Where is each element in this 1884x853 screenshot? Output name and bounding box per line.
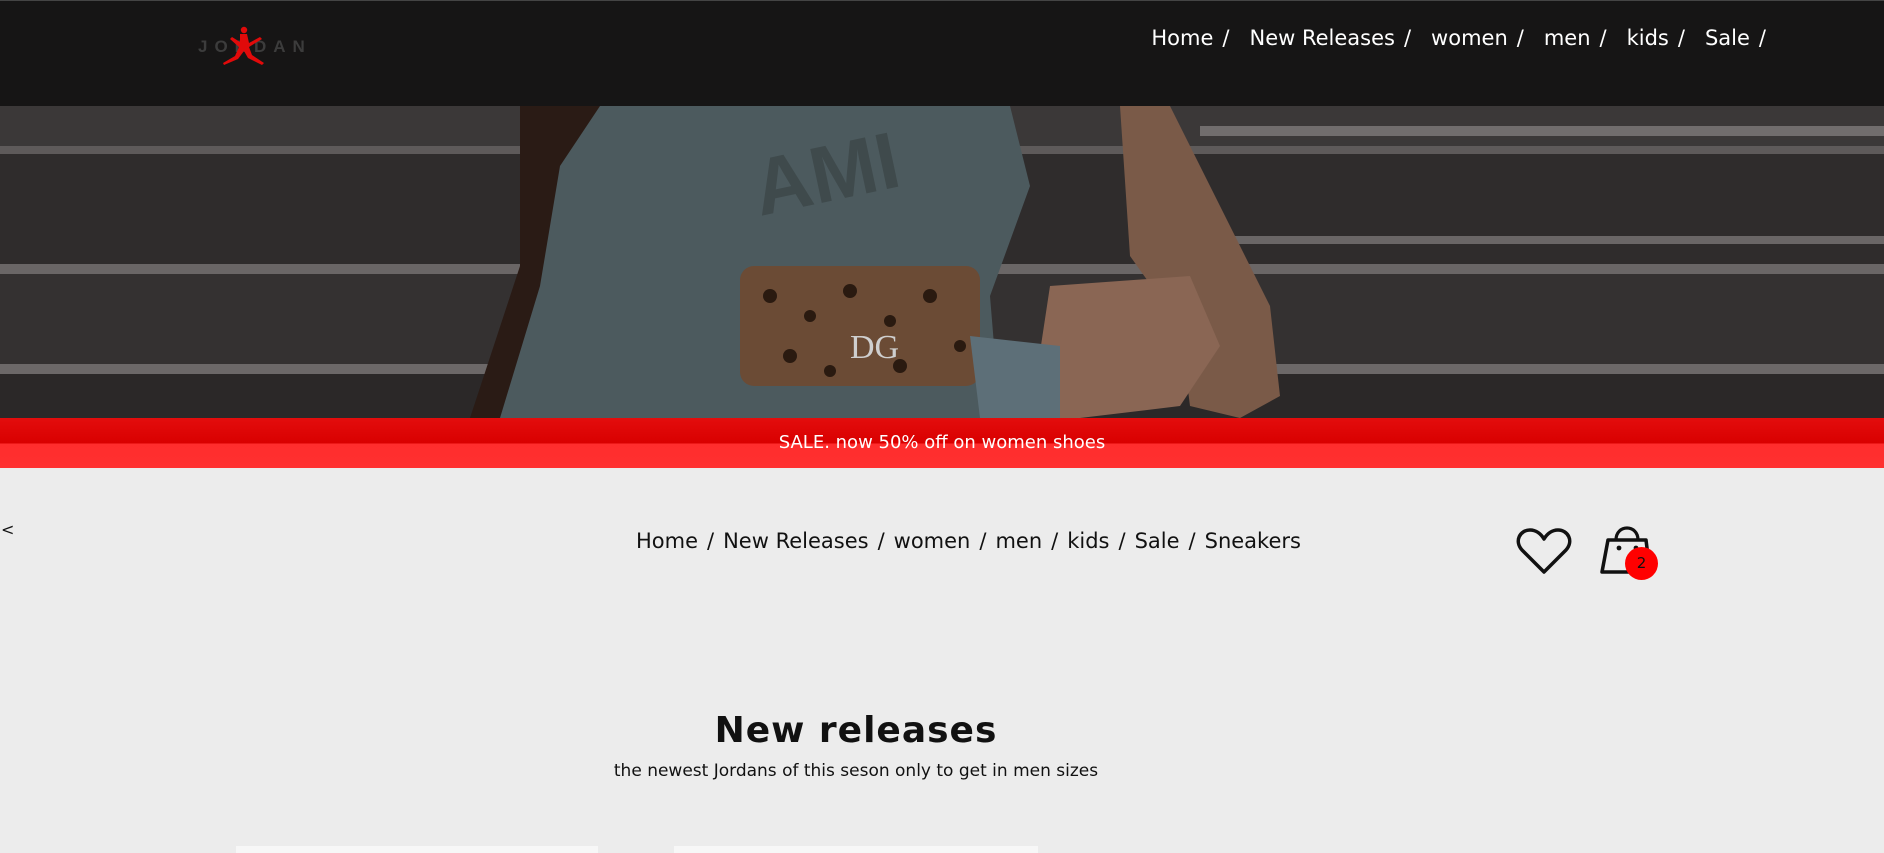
sale-banner[interactable]: SALE. now 50% off on women shoes (0, 418, 1884, 468)
nav-separator: / (1599, 26, 1607, 50)
top-navbar: JORDAN Home / New Releases / women / men / k… (0, 0, 1884, 106)
hero-image: AMI DG (0, 106, 1884, 418)
jumpman-icon (223, 26, 264, 65)
subnav-item-sale[interactable]: Sale (1135, 529, 1180, 553)
subnav-item-sneakers[interactable]: Sneakers (1205, 529, 1301, 553)
svg-text:DG: DG (850, 329, 899, 366)
sale-banner-text: SALE. now 50% off on women shoes (778, 432, 1106, 453)
section-subtitle: the newest Jordans of this seson only to… (613, 761, 1099, 781)
cart-count-badge: 2 (1625, 547, 1658, 580)
subnav-item-home[interactable]: Home (636, 529, 698, 553)
product-card[interactable] (236, 846, 598, 853)
subnav-item-women[interactable]: women (894, 529, 971, 553)
back-arrow-icon[interactable]: < (1, 520, 14, 539)
subnav-separator: / (1051, 529, 1059, 553)
nav-item-kids[interactable]: kids (1627, 26, 1669, 50)
section-title: New releases (714, 710, 998, 751)
jordan-logo[interactable]: JORDAN (198, 25, 305, 67)
heart-icon[interactable] (1516, 528, 1572, 576)
nav-separator: / (1758, 26, 1766, 50)
nav-separator: / (1516, 26, 1524, 50)
nav-item-sale[interactable]: Sale (1705, 26, 1750, 50)
subnav-separator: / (1118, 529, 1126, 553)
subnav-item-men[interactable]: men (995, 529, 1042, 553)
nav-item-new-releases[interactable]: New Releases (1249, 26, 1394, 50)
category-nav: Home / New Releases / women / men / kids / Sa… (636, 529, 1301, 553)
subnav-separator: / (707, 529, 715, 553)
main-nav: Home / New Releases / women / men / kids / Sa… (1131, 26, 1766, 50)
subnav-separator: / (877, 529, 885, 553)
product-card[interactable] (674, 846, 1038, 853)
nav-item-home[interactable]: Home (1151, 26, 1213, 50)
subnav-separator: / (979, 529, 987, 553)
nav-separator: / (1222, 26, 1230, 50)
nav-separator: / (1677, 26, 1685, 50)
nav-item-men[interactable]: men (1544, 26, 1591, 50)
nav-separator: / (1403, 26, 1412, 50)
subnav-item-new-releases[interactable]: New Releases (723, 529, 868, 553)
subnav-separator: / (1188, 529, 1196, 553)
nav-item-women[interactable]: women (1431, 26, 1508, 50)
subnav-item-kids[interactable]: kids (1067, 529, 1109, 553)
